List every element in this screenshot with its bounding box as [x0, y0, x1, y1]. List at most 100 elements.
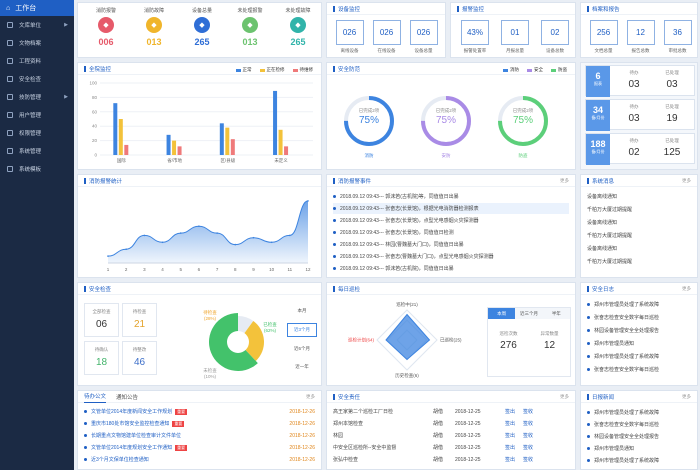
list-item[interactable]: 郑州市管理员处理了系统故障	[587, 351, 691, 362]
metric-item[interactable]: 12 报告总数	[623, 20, 658, 54]
data-point[interactable]	[125, 248, 127, 250]
sign-out-link[interactable]: 签出	[505, 432, 523, 439]
sign-out-link[interactable]: 签出	[505, 420, 523, 427]
stat-item[interactable]: 未处理报警 ◆ 013	[228, 7, 272, 47]
sidebar-item[interactable]: 文物档案	[0, 34, 74, 52]
task-row[interactable]: 郑州本馆检查 胡借 2018-12-25 签出 签收	[333, 418, 569, 429]
list-item[interactable]: 郑州市管理员处理了系统故障	[587, 407, 691, 418]
metric-item[interactable]: 01 月报总量	[496, 20, 534, 54]
data-point[interactable]	[216, 232, 218, 234]
period-tab[interactable]: 近一年	[287, 361, 317, 373]
stat-item[interactable]: 消防报警 ◆ 006	[84, 7, 128, 47]
more-link[interactable]: 更多	[560, 394, 569, 400]
list-item[interactable]: 郑州市管理员处理了系统故障	[587, 455, 691, 466]
period-tab[interactable]: 近3个月	[287, 323, 317, 337]
sidebar-home[interactable]: ⌂ 工作台	[0, 0, 74, 16]
list-item[interactable]: 郑州市管理员通知	[587, 443, 691, 454]
event-row[interactable]: 2018.09.12 09:43--- 林园(曹魏墓大门口)，同值值日出暴	[333, 239, 569, 250]
list-item[interactable]: 设备离线通知	[587, 191, 691, 202]
bar[interactable]	[172, 140, 177, 155]
task-row[interactable]: 中安全区巡检所--安全中监督 胡借 2018-12-25 签出 签收	[333, 442, 569, 453]
event-row[interactable]: 2018.09.12 09:43--- 郭沫若(古机院)等，同值值日出暴	[333, 191, 569, 202]
event-row[interactable]: 2018.09.12 09:43--- 张奋志(长景馆)，根据光电消防器检测报表	[333, 203, 569, 214]
bar[interactable]	[166, 134, 171, 155]
data-point[interactable]	[252, 236, 255, 239]
data-point[interactable]	[143, 234, 146, 237]
doc-tab[interactable]: 通知公告	[116, 393, 138, 401]
more-link[interactable]: 更多	[306, 394, 315, 400]
metric-item[interactable]: 02 设备总数	[536, 20, 574, 54]
list-item[interactable]: 林园设备管理安全全处理报告	[587, 431, 691, 442]
bar[interactable]	[177, 146, 182, 155]
data-point[interactable]	[161, 241, 164, 244]
stat-item[interactable]: 设备总量 ◆ 265	[180, 7, 224, 47]
stat-item[interactable]: 消防故障 ◆ 013	[132, 7, 176, 47]
sidebar-item[interactable]: 技防管理 ▶	[0, 88, 74, 106]
metric-item[interactable]: 43% 报警处置率	[456, 20, 494, 54]
data-point[interactable]	[107, 255, 109, 257]
range-tab[interactable]: 本周	[488, 308, 516, 319]
task-row[interactable]: 张弘中检查 胡借 2018-12-25 签出 签收	[333, 454, 569, 465]
doc-tab[interactable]: 待办公文	[84, 391, 107, 403]
data-point[interactable]	[179, 232, 182, 234]
sign-out-link[interactable]: 签出	[505, 408, 523, 415]
more-link[interactable]: 更多	[682, 178, 691, 184]
event-row[interactable]: 2018.09.12 09:43--- 郭沫若(古机院)，同值值日出暴	[333, 263, 569, 274]
bar[interactable]	[284, 146, 289, 155]
sidebar-item[interactable]: 文库单位 ▶	[0, 16, 74, 34]
stat-card[interactable]: 34 备/月份 待办 03 已处理 19	[585, 99, 695, 131]
doc-row[interactable]: 长期重点文物馆建单位检查审计文件单位 2018-12-26	[84, 430, 315, 441]
radar-area[interactable]	[385, 313, 431, 361]
data-point[interactable]	[234, 243, 237, 246]
bar[interactable]	[113, 103, 118, 155]
stat-item[interactable]: 未处理故障 ◆ 265	[276, 7, 320, 47]
metric-item[interactable]: 026 在线设备	[369, 20, 404, 54]
data-point[interactable]	[198, 225, 200, 227]
metric-item[interactable]: 026 离线设备	[332, 20, 367, 54]
metric-item[interactable]: 36 审批总数	[660, 20, 695, 54]
list-item[interactable]: 郑州市管理员处理了系统故障	[587, 299, 691, 310]
doc-row[interactable]: 近3个月文保单位检查通知 2018-12-26	[84, 454, 315, 465]
more-link[interactable]: 更多	[560, 178, 569, 184]
period-tab[interactable]: 本月	[287, 305, 317, 317]
data-point[interactable]	[270, 241, 273, 244]
more-link[interactable]: 更多	[682, 394, 691, 400]
stat-card[interactable]: 6 报表 待办 03 已处理 03	[585, 65, 695, 97]
list-item[interactable]: 千柏万大厦过期提醒	[587, 230, 691, 241]
bar[interactable]	[118, 119, 123, 155]
sidebar-item[interactable]: 工程资料	[0, 52, 74, 70]
range-tab[interactable]: 近三个月	[515, 308, 543, 319]
list-item[interactable]: 郑州市管理员通知	[587, 338, 691, 349]
doc-row[interactable]: 文管单位2014年度新闻安全工作规划 重要 2018-12-26	[84, 406, 315, 417]
list-item[interactable]: 张奋志检查安全数字每日巡检	[587, 312, 691, 323]
metric-item[interactable]: 256 文档总量	[586, 20, 621, 54]
check-box[interactable]: 待整改 46	[122, 341, 157, 375]
sign-in-link[interactable]: 签收	[523, 456, 533, 463]
event-row[interactable]: 2018.09.12 09:43--- 张奋志(曹魏墓大门口)，点型光电感烟火灾…	[333, 251, 569, 262]
sign-in-link[interactable]: 签收	[523, 432, 533, 439]
sign-out-link[interactable]: 签出	[505, 444, 523, 451]
sign-in-link[interactable]: 签收	[523, 444, 533, 451]
event-row[interactable]: 2018.09.12 09:43--- 张奋志(长景馆)，点型光电感烟火灾探测器	[333, 215, 569, 226]
range-tab[interactable]: 半年	[542, 308, 570, 319]
bar[interactable]	[273, 90, 278, 155]
list-item[interactable]: 林园设备管理安全全处理报告	[587, 325, 691, 336]
bar[interactable]	[219, 123, 224, 155]
doc-row[interactable]: 文管单位2014年度规划安全工作通知 重要 2018-12-26	[84, 442, 315, 453]
event-row[interactable]: 2018.09.12 09:43--- 张奋志(长景馆)，同值值日检测	[333, 227, 569, 238]
check-box[interactable]: 待确认 18	[84, 341, 119, 375]
period-tab[interactable]: 近6个月	[287, 343, 317, 355]
bar[interactable]	[278, 129, 283, 155]
task-row[interactable]: 林园 胡借 2018-12-25 签出 签收	[333, 430, 569, 441]
bar[interactable]	[225, 127, 230, 155]
check-box[interactable]: 全部检查 06	[84, 303, 119, 337]
metric-item[interactable]: 026 设备总量	[406, 20, 441, 54]
sign-in-link[interactable]: 签收	[523, 408, 533, 415]
list-item[interactable]: 张奋志检查安全数字每日巡检	[587, 364, 691, 375]
task-row[interactable]: 高王家第二个巡检工厂日检 胡借 2018-12-25 签出 签收	[333, 406, 569, 417]
list-item[interactable]: 千柏万大厦过期提醒	[587, 256, 691, 267]
sidebar-item[interactable]: 系统模板	[0, 160, 74, 178]
sign-in-link[interactable]: 签收	[523, 420, 533, 427]
data-point[interactable]	[289, 234, 291, 237]
bar[interactable]	[124, 144, 129, 155]
